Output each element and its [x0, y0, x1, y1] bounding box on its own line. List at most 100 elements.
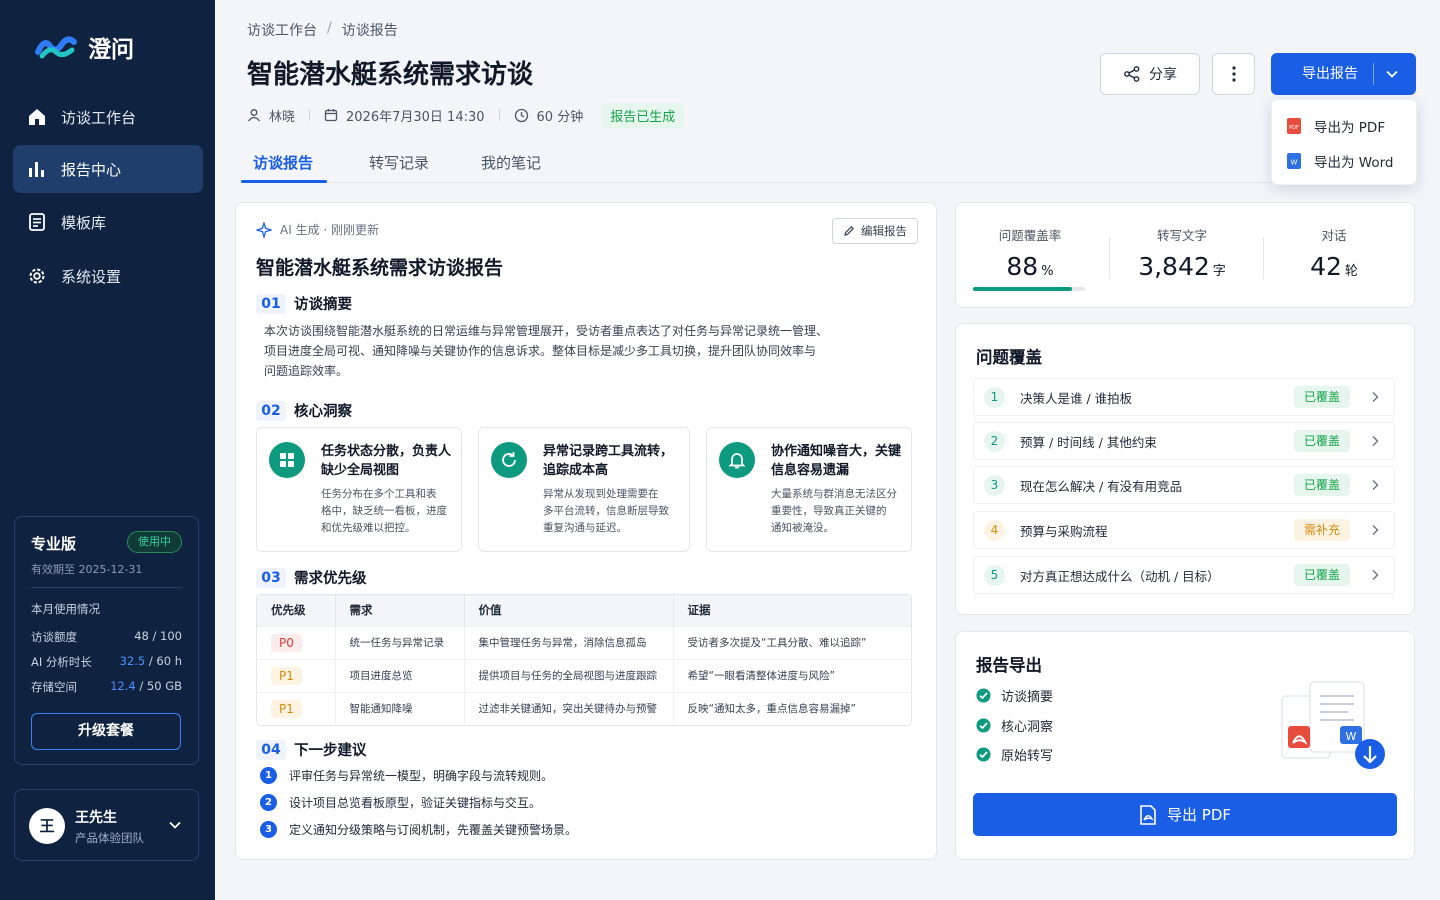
menu-label: 导出为 PDF	[1314, 120, 1386, 136]
chevron-right-icon	[1372, 525, 1379, 535]
stat-number: 3,842	[1138, 252, 1210, 281]
logo-icon	[35, 36, 77, 59]
chevron-right-icon	[1372, 392, 1379, 402]
usage-row-storage: 存储空间 12.4 / 50 GB	[31, 679, 182, 695]
table-cell: 集中管理任务与异常，消除信息孤岛	[464, 625, 674, 659]
svg-text:W: W	[1346, 730, 1357, 743]
calendar-icon	[324, 109, 338, 122]
list-item[interactable]: 5 对方真正想达成什么（动机 / 目标） 已覆盖	[973, 556, 1395, 594]
export-dropdown-menu: PDF 导出为 PDF W 导出为 Word	[1271, 99, 1417, 185]
pdf-icon	[1140, 804, 1156, 825]
insight-desc-line: 异常从发现到处理需要在	[543, 488, 659, 500]
app-logo[interactable]: 澄问	[34, 30, 134, 64]
export-pdf-button[interactable]: 导出 PDF	[973, 793, 1397, 836]
nav-label: 系统设置	[61, 267, 122, 286]
nav-item-workbench[interactable]: 访谈工作台	[13, 93, 203, 141]
priority-badge: P0	[271, 633, 302, 652]
sidebar: 澄问 访谈工作台 报告中心 模板库 系统设置 专业版 使用中 有效期至 2025…	[0, 0, 215, 900]
insight-title-line: 信息容易遗漏	[771, 463, 850, 478]
upgrade-plan-button[interactable]: 升级套餐	[31, 713, 181, 750]
stat-dialogue-rounds: 对话 42 轮	[1278, 225, 1390, 281]
meta-divider	[498, 109, 500, 121]
insight-desc-line: 重要性，导致真正关键的	[771, 505, 887, 517]
export-label: 导出报告	[1302, 66, 1358, 82]
insight-title: 任务状态分散，负责人 缺少全局视图	[321, 442, 451, 480]
chevron-down-icon[interactable]	[1385, 67, 1399, 81]
share-label: 分享	[1149, 67, 1177, 83]
list-item: 1 评审任务与异常统一模型，明确字段与流转规则。	[260, 767, 553, 784]
table-cell: 反映“通知太多，重点信息容易漏掉”	[673, 691, 911, 725]
status-badge: 已覆盖	[1293, 474, 1350, 496]
insight-card: 异常记录跨工具流转， 追踪成本高 异常从发现到处理需要在 多平台流转，信息断层导…	[478, 427, 690, 552]
step-text: 评审任务与异常统一模型，明确字段与流转规则。	[289, 769, 554, 783]
list-item[interactable]: 3 现在怎么解决 / 有没有用竞品 已覆盖	[973, 466, 1395, 504]
usage-label: 存储空间	[31, 680, 77, 694]
section-title: 访谈摘要	[294, 297, 352, 313]
usage-used: 32.5	[119, 654, 146, 668]
step-number: 2	[260, 794, 277, 811]
summary-line: 本次访谈围绕智能潜水艇系统的日常运维与异常管理展开，受访者重点表达了对任务与异常…	[264, 324, 829, 338]
bell-icon	[728, 453, 746, 469]
chevron-down-icon[interactable]	[168, 818, 182, 832]
tab-transcript[interactable]: 转写记录	[369, 152, 429, 173]
stat-number: 42	[1310, 252, 1342, 281]
table-row: P1 智能通知降噪 过滤非关键通知，突出关键待办与预警 反映“通知太多，重点信息…	[257, 691, 911, 725]
list-item[interactable]: 4 预算与采购流程 需补充	[973, 511, 1395, 549]
export-report-button[interactable]: 导出报告	[1271, 53, 1416, 95]
breadcrumb-current: 访谈报告	[341, 23, 398, 39]
item-number: 5	[984, 564, 1005, 586]
nav-item-template-library[interactable]: 模板库	[13, 198, 203, 246]
export-include-item: 原始转写	[976, 745, 1053, 764]
home-icon	[29, 109, 45, 125]
insight-desc-line: 和优先级难以把控。	[321, 522, 416, 534]
breadcrumb-workbench[interactable]: 访谈工作台	[247, 20, 317, 40]
menu-item-export-word[interactable]: W 导出为 Word	[1286, 151, 1394, 171]
edit-report-button[interactable]: 编辑报告	[832, 218, 918, 244]
clock-icon	[514, 108, 528, 122]
stat-value: 88%	[974, 252, 1086, 281]
menu-item-export-pdf[interactable]: PDF 导出为 PDF	[1286, 116, 1385, 136]
table-cell: P1	[257, 658, 336, 692]
more-options-button[interactable]	[1212, 53, 1255, 95]
table-cell: 项目进度总览	[335, 658, 465, 692]
tab-report[interactable]: 访谈报告	[253, 152, 313, 173]
stat-number: 88	[1006, 252, 1039, 281]
tab-notes[interactable]: 我的笔记	[481, 152, 541, 173]
insight-desc: 异常从发现到处理需要在 多平台流转，信息断层导致 重复沟通与延迟。	[543, 486, 669, 537]
share-button[interactable]: 分享	[1100, 53, 1200, 95]
nav-item-report-center[interactable]: 报告中心	[13, 145, 203, 193]
insight-card: 协作通知噪音大，关键 信息容易遗漏 大量系统与群消息无法区分 重要性，导致真正关…	[706, 427, 912, 552]
summary-line: 项目进度全局可视、通知降噪与关键协作的信息诉求。整体目标是减少多工具切换，提升团…	[264, 344, 817, 358]
plan-expire: 有效期至 2025-12-31	[31, 563, 143, 576]
coverage-progress-bar	[973, 287, 1085, 291]
list-item: 2 设计项目总览看板原型，验证关键指标与交互。	[260, 794, 541, 811]
nav-item-settings[interactable]: 系统设置	[13, 252, 203, 300]
list-item[interactable]: 1 决策人是谁 / 谁拍板 已覆盖	[973, 378, 1395, 416]
section-number: 02	[256, 400, 286, 421]
status-badge: 报告已生成	[601, 102, 685, 128]
stat-unit: %	[1041, 264, 1054, 279]
meta-divider	[309, 109, 311, 121]
usage-title: 本月使用情况	[31, 602, 100, 616]
list-item: 3 定义通知分级策略与订阅机制，先覆盖关键预警场景。	[260, 821, 577, 838]
export-include-item: 访谈摘要	[976, 686, 1053, 705]
insight-icon-wrap	[491, 442, 527, 478]
column-header: 证据	[673, 595, 911, 626]
question-coverage-card: 问题覆盖 1 决策人是谁 / 谁拍板 已覆盖 2 预算 / 时间线 / 其他约束…	[955, 323, 1415, 615]
user-card[interactable]: 王 王先生 产品体验团队	[14, 789, 199, 861]
grid-icon	[280, 453, 294, 467]
insight-title-line: 协作通知噪音大，关键	[771, 444, 902, 459]
coverage-title: 问题覆盖	[976, 348, 1042, 367]
usage-value: 12.4 / 50 GB	[110, 679, 182, 695]
main-content: 访谈工作台 / 访谈报告 智能潜水艇系统需求访谈 林晓 2026年7月30日 1…	[215, 0, 1440, 900]
section-number: 01	[256, 293, 286, 314]
insight-desc-line: 多平台流转，信息断层导致	[543, 505, 669, 517]
list-item[interactable]: 2 预算 / 时间线 / 其他约束 已覆盖	[973, 422, 1395, 460]
column-header: 优先级	[257, 595, 336, 626]
breadcrumb: 访谈工作台 / 访谈报告	[247, 20, 398, 40]
sparkle-icon	[256, 221, 272, 238]
usage-value: 48 / 100	[134, 629, 182, 645]
nav-label: 访谈工作台	[61, 108, 137, 127]
stat-unit: 轮	[1344, 264, 1358, 279]
table-cell: 智能通知降噪	[335, 691, 465, 725]
